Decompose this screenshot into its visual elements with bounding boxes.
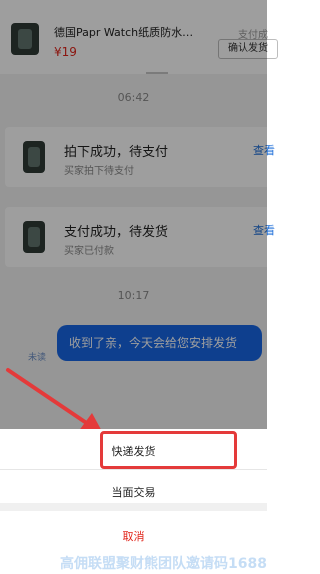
watermark: 高佣联盟聚财熊团队邀请码1688 bbox=[60, 556, 267, 572]
red-arrow-annotation bbox=[6, 368, 104, 435]
cancel-button[interactable]: 取消 bbox=[0, 527, 267, 547]
face-to-face-option[interactable]: 当面交易 bbox=[0, 483, 267, 503]
divider bbox=[0, 503, 267, 511]
divider bbox=[0, 469, 267, 470]
highlight-annotation bbox=[100, 431, 237, 469]
